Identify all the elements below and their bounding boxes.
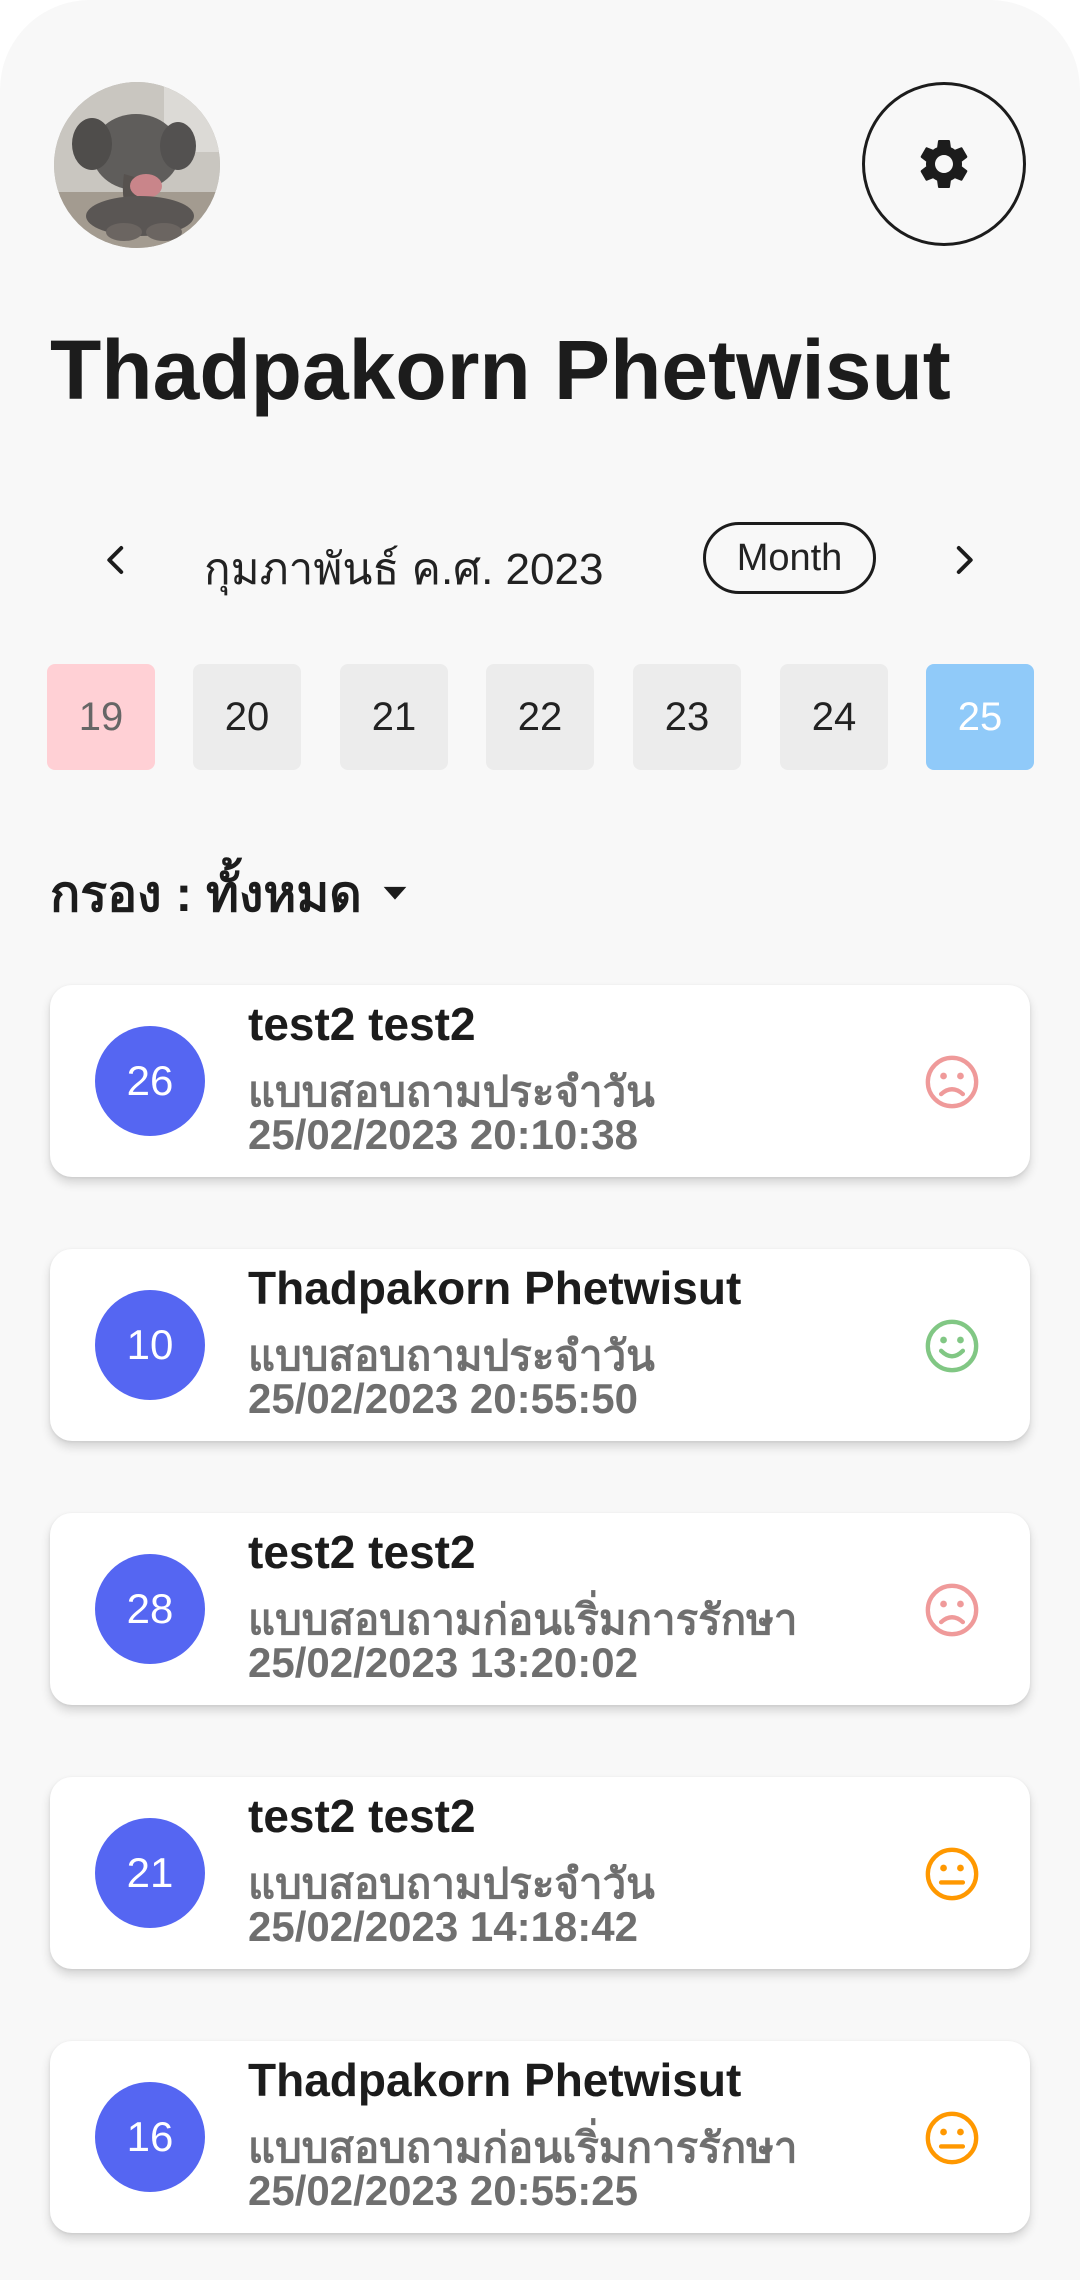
record-datetime: 25/02/2023 20:55:50 bbox=[248, 1375, 638, 1422]
record-name: test2 test2 bbox=[248, 1790, 476, 1842]
record-datetime: 25/02/2023 20:55:25 bbox=[248, 2167, 638, 2214]
gear-icon bbox=[920, 140, 968, 188]
next-month-button[interactable] bbox=[934, 530, 994, 590]
settings-button[interactable] bbox=[862, 82, 1026, 246]
prev-month-button[interactable] bbox=[86, 530, 146, 590]
elephant-photo bbox=[54, 82, 220, 248]
record-datetime: 25/02/2023 20:10:38 bbox=[248, 1111, 638, 1158]
screen: Thadpakorn Phetwisut กุมภาพันธ์ ค.ศ. 202… bbox=[0, 0, 1080, 2280]
avatar[interactable] bbox=[54, 82, 220, 248]
chevron-left-icon bbox=[107, 546, 124, 574]
record-card[interactable]: 26 test2 test2 แบบสอบถามประจำวัน 25/02/2… bbox=[50, 985, 1030, 1177]
month-view-button[interactable]: Month bbox=[703, 522, 876, 594]
day-strip: 19 20 21 22 23 24 25 bbox=[47, 664, 1035, 770]
record-datetime: 25/02/2023 13:20:02 bbox=[248, 1639, 638, 1686]
caret-down-icon bbox=[383, 886, 407, 900]
record-card[interactable]: 10 Thadpakorn Phetwisut แบบสอบถามประจำวั… bbox=[50, 1249, 1030, 1441]
record-card[interactable]: 21 test2 test2 แบบสอบถามประจำวัน 25/02/2… bbox=[50, 1777, 1030, 1969]
day-cell[interactable]: 23 bbox=[633, 664, 741, 770]
page-title: Thadpakorn Phetwisut bbox=[50, 323, 951, 417]
day-cell[interactable]: 20 bbox=[193, 664, 301, 770]
sad-face-icon bbox=[923, 1581, 981, 1639]
day-cell[interactable]: 21 bbox=[340, 664, 448, 770]
day-cell[interactable]: 19 bbox=[47, 664, 155, 770]
record-name: test2 test2 bbox=[248, 1526, 476, 1578]
filter-label: กรอง : ทั้งหมด bbox=[50, 865, 362, 922]
day-cell[interactable]: 24 bbox=[780, 664, 888, 770]
record-name: Thadpakorn Phetwisut bbox=[248, 1262, 742, 1314]
record-name: Thadpakorn Phetwisut bbox=[248, 2054, 742, 2106]
score-badge: 16 bbox=[95, 2082, 205, 2192]
score-badge: 10 bbox=[95, 1290, 205, 1400]
record-datetime: 25/02/2023 14:18:42 bbox=[248, 1903, 638, 1950]
record-card[interactable]: 28 test2 test2 แบบสอบถามก่อนเริ่มการรักษ… bbox=[50, 1513, 1030, 1705]
score-badge: 26 bbox=[95, 1026, 205, 1136]
score-badge: 21 bbox=[95, 1818, 205, 1928]
day-cell-selected[interactable]: 25 bbox=[926, 664, 1034, 770]
score-badge: 28 bbox=[95, 1554, 205, 1664]
neutral-face-icon bbox=[923, 1845, 981, 1903]
chevron-right-icon bbox=[956, 546, 973, 574]
happy-face-icon bbox=[923, 1317, 981, 1375]
day-cell[interactable]: 22 bbox=[486, 664, 594, 770]
record-card[interactable]: 16 Thadpakorn Phetwisut แบบสอบถามก่อนเริ… bbox=[50, 2041, 1030, 2233]
neutral-face-icon bbox=[923, 2109, 981, 2167]
sad-face-icon bbox=[923, 1053, 981, 1111]
filter-dropdown[interactable]: กรอง : ทั้งหมด bbox=[50, 862, 412, 926]
record-name: test2 test2 bbox=[248, 998, 476, 1050]
month-label: กุมภาพันธ์ ค.ศ. 2023 bbox=[204, 545, 604, 594]
